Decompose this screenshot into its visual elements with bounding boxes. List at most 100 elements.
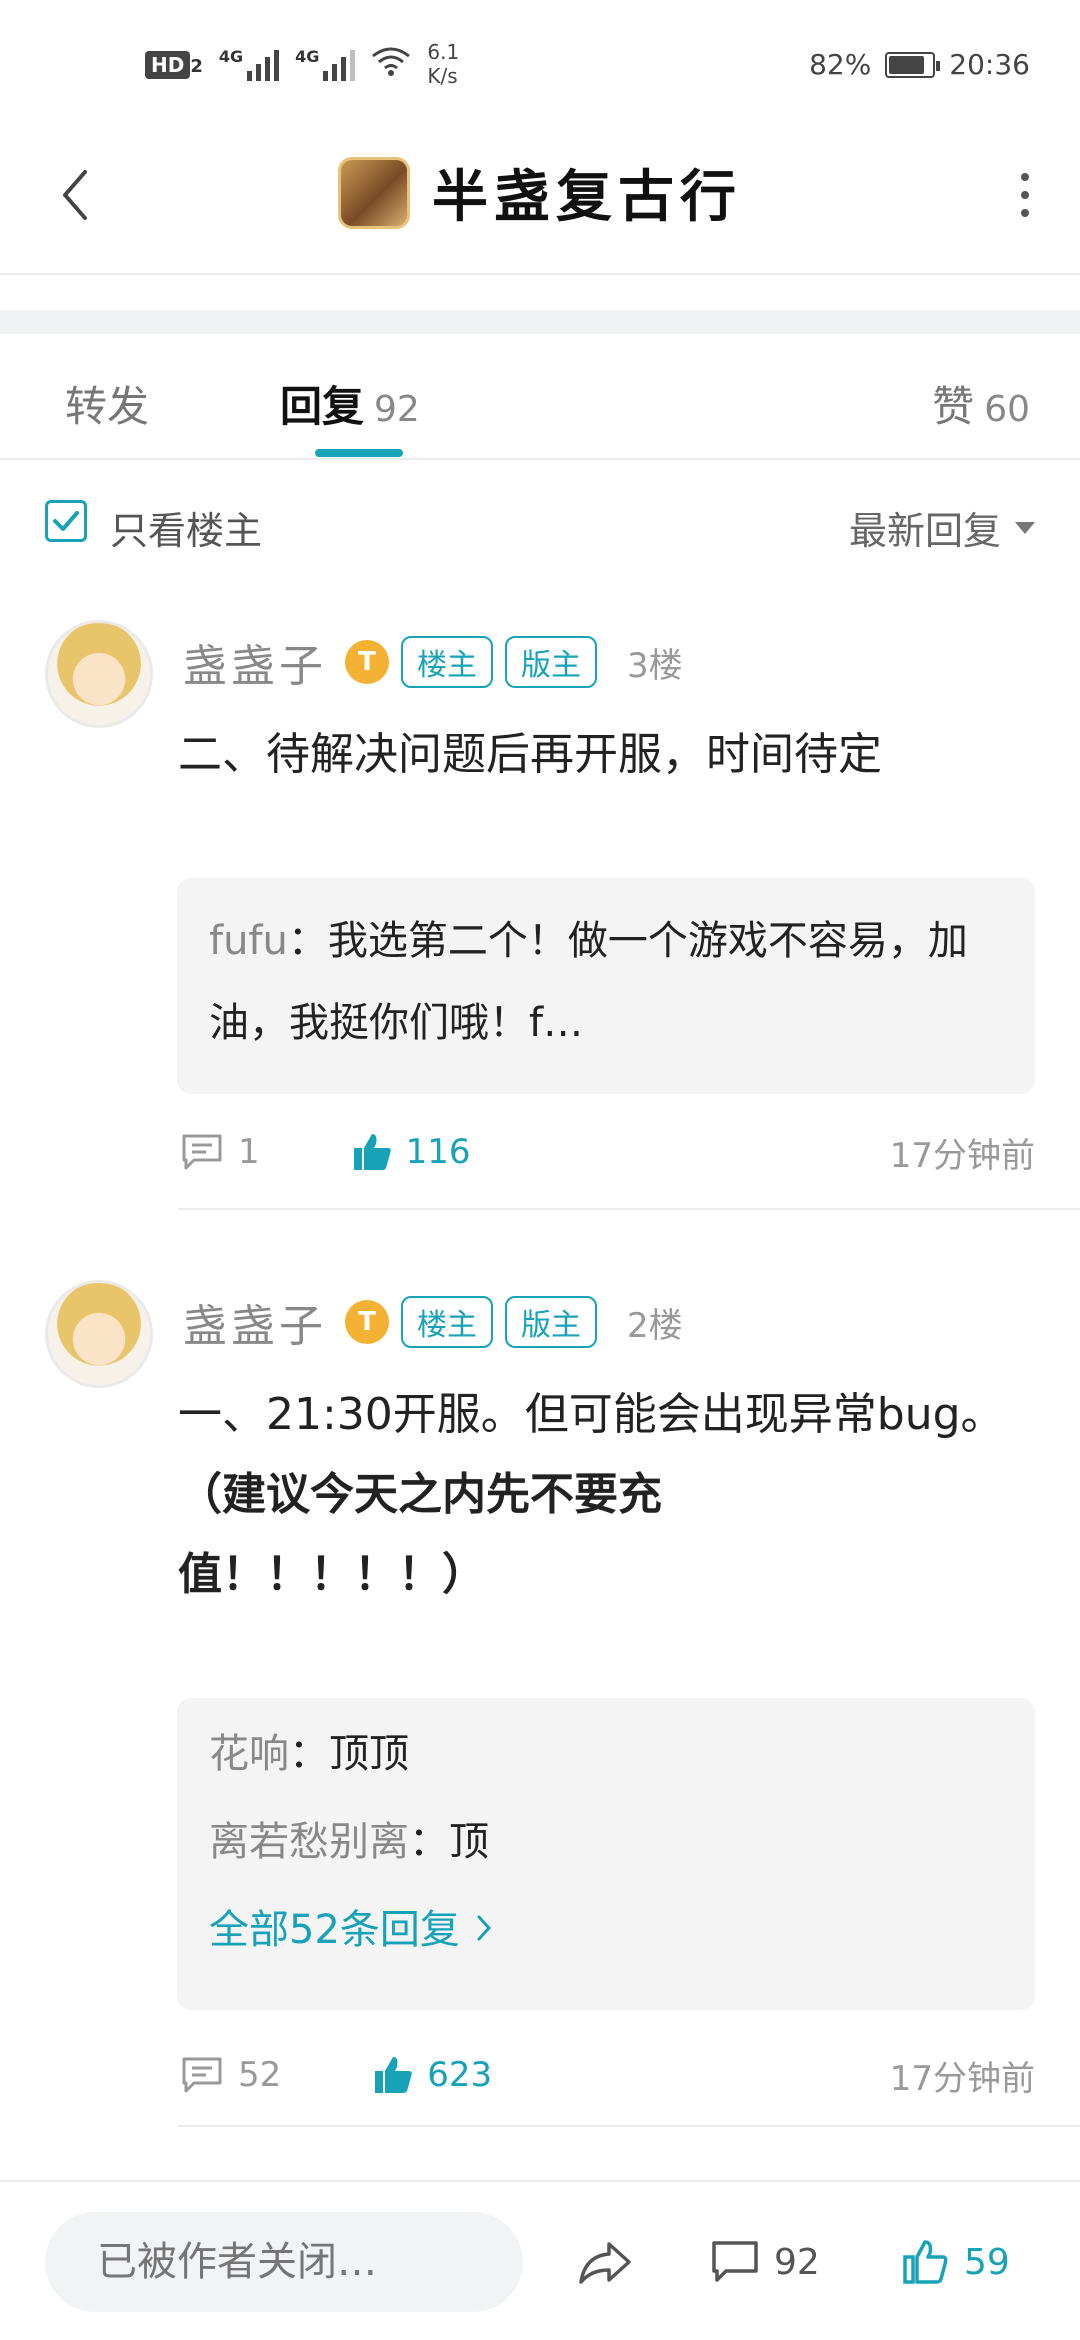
avatar[interactable] — [45, 1280, 153, 1388]
post-text: 一、21:30开服。但可能会出现异常bug。 — [178, 1389, 1005, 1440]
floor-number: 3楼 — [627, 645, 683, 686]
reply-preview[interactable]: 花响：顶顶 离若愁别离：顶 全部52条回复 — [177, 1698, 1035, 2010]
check-icon — [53, 511, 79, 531]
reply-preview[interactable]: fufu：我选第二个！做一个游戏不容易，加油，我挺你们哦！f… — [177, 878, 1035, 1094]
post-body: 二、待解决问题后再开服，时间待定 — [178, 715, 1018, 795]
network-speed: 6.1 K/s — [427, 40, 459, 88]
forum-title-group[interactable]: 半盏复古行 — [0, 152, 1080, 233]
sort-label: 最新回复 — [848, 509, 1001, 553]
post-footer: 1 116 17分钟前 — [180, 1122, 1035, 1182]
comment-button[interactable]: 52 — [180, 2055, 281, 2095]
title-bar: 半盏复古行 — [0, 130, 1080, 275]
battery-percent: 82% — [809, 48, 872, 81]
like-count: 116 — [405, 1132, 471, 1172]
share-icon — [579, 2242, 631, 2284]
post-floor-3: 盏盏子 T 楼主 版主 3楼 二、待解决问题后再开服，时间待定 fufu：我选第… — [0, 620, 1080, 1210]
tab-like-count: 60 — [984, 389, 1030, 430]
speed-unit: K/s — [427, 64, 458, 88]
like-count: 623 — [427, 2055, 493, 2095]
level-badge: T — [345, 640, 389, 684]
avatar[interactable] — [45, 620, 153, 728]
chevron-right-icon — [477, 1915, 491, 1941]
share-button[interactable] — [570, 2227, 640, 2297]
section-separator — [0, 310, 1080, 334]
comment-icon — [182, 2057, 222, 2093]
all-replies-label: 全部52条回复 — [209, 1907, 460, 1953]
wifi-icon — [371, 46, 411, 83]
tab-bar: 转发 回复 92 赞 60 — [0, 335, 1080, 460]
tag-op: 楼主 — [401, 1296, 493, 1348]
like-button[interactable]: 623 — [371, 2053, 492, 2097]
tab-forward[interactable]: 转发 — [65, 373, 149, 434]
like-thread-button[interactable]: 59 — [900, 2227, 1010, 2297]
hd-indicator: HD 2 — [145, 49, 203, 79]
comment-button[interactable]: 1 — [180, 1132, 260, 1172]
post-header: 盏盏子 T 楼主 版主 3楼 — [183, 630, 683, 694]
post-header: 盏盏子 T 楼主 版主 2楼 — [183, 1290, 683, 1354]
comment-count: 1 — [238, 1132, 260, 1172]
active-tab-indicator — [315, 449, 403, 457]
status-left: HD 2 4G 4G 6.1 K/s — [145, 40, 459, 88]
tab-like[interactable]: 赞 60 — [932, 373, 1030, 434]
like-button[interactable]: 116 — [350, 1130, 471, 1174]
all-replies-link[interactable]: 全部52条回复 — [209, 1886, 1003, 1974]
post-body: 一、21:30开服。但可能会出现异常bug。 （建议今天之内先不要充值！！！！！… — [178, 1375, 1018, 1615]
reply-item[interactable]: 离若愁别离：顶 — [209, 1798, 1003, 1886]
tag-op: 楼主 — [401, 636, 493, 688]
reply-author[interactable]: fufu — [209, 918, 288, 964]
reply-author[interactable]: 花响 — [209, 1731, 289, 1777]
hd-sub: 2 — [190, 56, 203, 77]
username[interactable]: 盏盏子 — [183, 630, 327, 694]
comment-icon — [712, 2241, 758, 2282]
reply-text: ：我选第二个！做一个游戏不容易，加油，我挺你们哦！f… — [209, 918, 968, 1046]
hd-label: HD — [145, 51, 191, 79]
reply-text: ：顶 — [409, 1819, 489, 1865]
caret-down-icon — [1015, 521, 1035, 534]
post-floor-2: 盏盏子 T 楼主 版主 2楼 一、21:30开服。但可能会出现异常bug。 （建… — [0, 1280, 1080, 2130]
only-op-label[interactable]: 只看楼主 — [110, 500, 262, 555]
level-badge: T — [345, 1300, 389, 1344]
forum-avatar — [338, 156, 410, 229]
thumbs-up-icon — [903, 2240, 948, 2284]
reply-input[interactable] — [45, 2212, 523, 2312]
thumbs-up-icon — [375, 2057, 412, 2093]
username[interactable]: 盏盏子 — [183, 1290, 327, 1354]
signal-1-label: 4G — [218, 47, 244, 66]
sort-dropdown[interactable]: 最新回复 — [849, 500, 1035, 555]
reply-item[interactable]: 花响：顶顶 — [209, 1710, 1003, 1798]
tab-forward-label: 转发 — [65, 382, 150, 431]
battery-fill — [889, 55, 924, 74]
more-button[interactable] — [1000, 170, 1050, 220]
more-icon — [1021, 173, 1029, 181]
floor-number: 2楼 — [627, 1305, 683, 1346]
bottom-action-bar: 92 59 — [0, 2180, 1080, 2340]
comment-count-button[interactable]: 92 — [710, 2227, 820, 2297]
tag-moderator: 版主 — [505, 1296, 597, 1348]
tab-reply[interactable]: 回复 92 — [280, 373, 420, 434]
filter-row: 只看楼主 最新回复 — [0, 490, 1080, 553]
tab-reply-label: 回复 — [280, 382, 365, 431]
reply-author[interactable]: 离若愁别离 — [209, 1819, 409, 1865]
tab-like-label: 赞 — [932, 382, 975, 431]
post-time: 17分钟前 — [889, 1135, 1035, 1176]
only-op-checkbox[interactable] — [45, 500, 87, 542]
signal-2-icon: 4G — [295, 47, 356, 81]
battery-icon — [885, 51, 941, 78]
speed-value: 6.1 — [427, 40, 460, 64]
signal-2-label: 4G — [295, 47, 320, 66]
clock: 20:36 — [949, 48, 1030, 81]
tab-reply-count: 92 — [374, 389, 420, 430]
post-footer: 52 623 17分钟前 — [180, 2045, 1035, 2105]
post-text: 二、待解决问题后再开服，时间待定 — [178, 729, 882, 780]
post-text-emphasis: （建议今天之内先不要充值！！！！！） — [178, 1469, 662, 1600]
thumbs-up-icon — [353, 1134, 391, 1170]
comment-count: 92 — [774, 2241, 820, 2283]
signal-1-icon: 4G — [218, 47, 280, 81]
post-divider — [178, 2125, 1080, 2127]
forum-title: 半盏复古行 — [432, 165, 742, 230]
tag-moderator: 版主 — [505, 636, 597, 688]
like-count: 59 — [964, 2241, 1010, 2283]
status-right: 82% 20:36 — [809, 48, 1030, 81]
post-divider — [178, 1208, 1080, 1210]
comment-icon — [182, 1134, 222, 1170]
